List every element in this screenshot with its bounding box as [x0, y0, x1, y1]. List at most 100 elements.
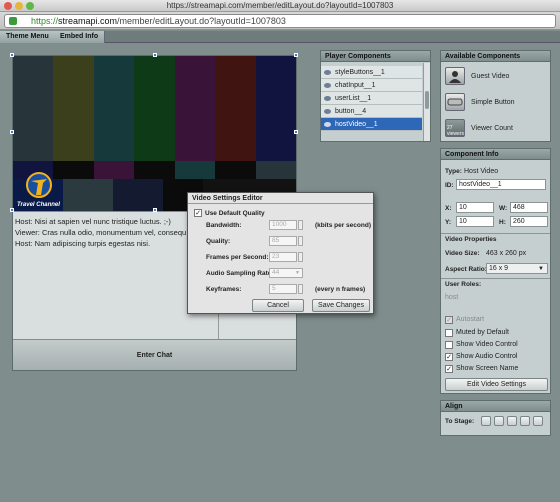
list-item-selected[interactable]: hostVideo__1 — [321, 118, 422, 131]
url-path: /member/editLayout.do?layoutId=1007803 — [117, 16, 286, 26]
color-bar — [215, 56, 256, 161]
list-item-label: hostVideo__1 — [335, 121, 378, 128]
fps-stepper[interactable] — [298, 252, 303, 262]
show-video-control-checkbox[interactable] — [445, 341, 453, 349]
align-bottom-icon[interactable] — [533, 416, 543, 426]
visibility-eye-icon[interactable] — [324, 83, 331, 88]
component-label: Viewer Count — [471, 125, 513, 132]
list-scrollbar[interactable] — [423, 63, 430, 141]
bandwidth-field[interactable]: 1000 — [269, 220, 297, 230]
bandwidth-unit: (kbits per second) — [315, 222, 371, 229]
video-size-value: 463 x 260 px — [486, 250, 527, 257]
tab-theme-menu[interactable]: Theme Menu — [0, 31, 56, 43]
player-components-panel: Player Components styleButtons__1 chatIn… — [320, 50, 431, 142]
color-bar — [53, 56, 94, 161]
url-field[interactable]: https://streamapi.com/member/editLayout.… — [4, 14, 556, 28]
autostart-checkbox[interactable]: ✓ — [445, 316, 453, 324]
list-item[interactable]: button__4 — [321, 105, 422, 118]
component-viewer-count[interactable]: 27 viewers Viewer Count — [441, 118, 550, 140]
x-field[interactable]: 10 — [456, 202, 494, 213]
resize-handle[interactable] — [153, 53, 157, 57]
zoom-window-icon[interactable] — [26, 2, 34, 10]
resize-handle[interactable] — [10, 53, 14, 57]
save-changes-button[interactable]: Save Changes — [312, 299, 370, 312]
visibility-eye-icon[interactable] — [324, 109, 331, 114]
guest-video-icon — [445, 67, 465, 85]
list-item-label: userList__1 — [335, 95, 372, 102]
tab-embed-info[interactable]: Embed Info — [54, 31, 106, 43]
keyframes-unit: (every n frames) — [315, 286, 366, 293]
resize-handle[interactable] — [294, 130, 298, 134]
color-bar — [175, 56, 215, 161]
travel-channel-logo: Travel Channel — [15, 171, 65, 209]
color-bar — [113, 179, 163, 211]
y-label: Y: — [445, 219, 452, 226]
show-audio-control-checkbox[interactable]: ✓ — [445, 353, 453, 361]
keyframes-field[interactable]: 5 — [269, 284, 297, 294]
color-bar — [175, 161, 215, 179]
resize-handle[interactable] — [153, 208, 157, 212]
align-top-icon[interactable] — [520, 416, 530, 426]
color-bar — [94, 56, 134, 161]
checkbox-label: Show Video Control — [456, 341, 518, 348]
visibility-eye-icon[interactable] — [324, 122, 331, 127]
video-settings-dialog: Video Settings Editor ✓ Use Default Qual… — [187, 192, 374, 314]
fps-label: Frames per Second: — [206, 254, 269, 261]
component-simple-button[interactable]: Simple Button — [441, 92, 550, 114]
type-value: Host Video — [464, 168, 499, 175]
audio-sampling-select[interactable]: 44 ▼ — [269, 268, 303, 278]
align-left-icon[interactable] — [481, 416, 491, 426]
close-window-icon[interactable] — [4, 2, 12, 10]
aspect-ratio-value: 16 x 9 — [489, 265, 509, 272]
window-title: https://streamapi.com/member/editLayout.… — [166, 1, 394, 10]
panel-title: Player Components — [321, 51, 430, 62]
y-field[interactable]: 10 — [456, 216, 494, 227]
quality-stepper[interactable] — [298, 236, 303, 246]
height-field[interactable]: 260 — [510, 216, 548, 227]
width-field[interactable]: 468 — [510, 202, 548, 213]
id-field[interactable]: hostVideo__1 — [456, 179, 546, 190]
edit-video-settings-button[interactable]: Edit Video Settings — [445, 378, 548, 391]
checkbox-label: Muted by Default — [456, 329, 509, 336]
muted-by-default-checkbox[interactable] — [445, 329, 453, 337]
viewer-count-icon: 27 viewers — [445, 119, 465, 137]
divider — [441, 278, 550, 279]
list-item[interactable]: styleButtons__1 — [321, 66, 422, 79]
component-guest-video[interactable]: Guest Video — [441, 66, 550, 88]
color-bar — [94, 161, 134, 179]
visibility-eye-icon[interactable] — [324, 70, 331, 75]
use-default-quality-checkbox[interactable]: ✓ — [194, 209, 202, 217]
scrollbar-thumb[interactable] — [425, 91, 429, 109]
host-video-preview[interactable]: Travel Channel — [13, 56, 296, 211]
keyframes-stepper[interactable] — [298, 284, 303, 294]
type-label: Type: — [445, 168, 462, 175]
fps-field[interactable]: 23 — [269, 252, 297, 262]
minimize-window-icon[interactable] — [15, 2, 23, 10]
keyframes-label: Keyframes: — [206, 286, 242, 293]
checkbox-label: Show Audio Control — [456, 353, 518, 360]
quality-label: Quality: — [206, 238, 231, 245]
chevron-down-icon: ▼ — [538, 266, 544, 272]
align-center-icon[interactable] — [494, 416, 504, 426]
resize-handle[interactable] — [294, 53, 298, 57]
bandwidth-stepper[interactable] — [298, 220, 303, 230]
visibility-eye-icon[interactable] — [324, 96, 331, 101]
user-roles-label: User Roles: — [445, 281, 482, 288]
list-item[interactable]: userList__1 — [321, 92, 422, 105]
enter-chat-button[interactable]: Enter Chat — [13, 339, 296, 370]
list-item[interactable]: chatInput__1 — [321, 79, 422, 92]
color-bar — [134, 161, 175, 179]
viewer-count-badge: 27 viewers — [447, 125, 464, 137]
user-roles-value[interactable]: host — [445, 294, 458, 301]
cancel-button[interactable]: Cancel — [252, 299, 304, 312]
resize-handle[interactable] — [10, 208, 14, 212]
color-bar — [256, 56, 296, 161]
list-item-label: button__4 — [335, 108, 367, 115]
align-right-icon[interactable] — [507, 416, 517, 426]
w-label: W: — [499, 205, 508, 212]
theme-menubar: Theme Menu Embed Info — [0, 31, 560, 43]
aspect-ratio-select[interactable]: 16 x 9 ▼ — [486, 263, 548, 274]
show-screen-name-checkbox[interactable]: ✓ — [445, 365, 453, 373]
quality-field[interactable]: 85 — [269, 236, 297, 246]
resize-handle[interactable] — [10, 130, 14, 134]
